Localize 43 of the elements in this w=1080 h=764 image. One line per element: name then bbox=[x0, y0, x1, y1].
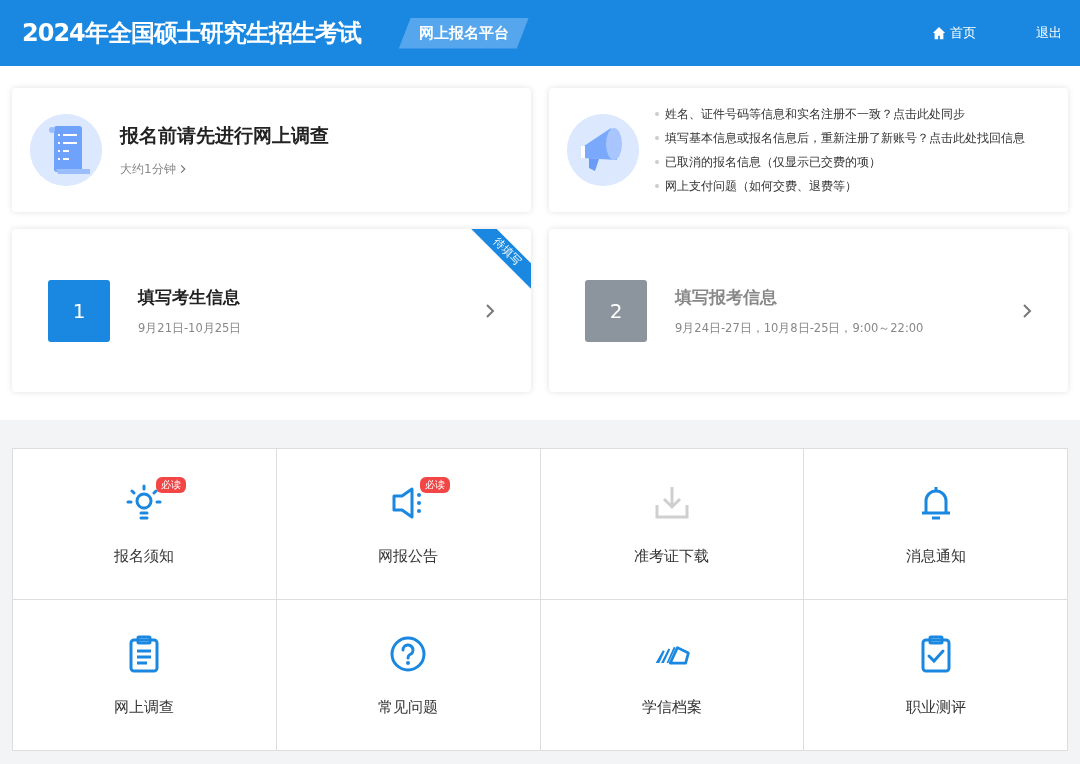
tile-label: 报名须知 bbox=[114, 546, 175, 566]
tile-label: 学信档案 bbox=[641, 697, 702, 717]
nav-link[interactable]: 退出 bbox=[1036, 24, 1062, 42]
step-dates: 9月21日-10月25日 bbox=[138, 320, 242, 336]
help-link[interactable]: 填写基本信息或报名信息后，重新注册了新账号？点击此处找回信息 bbox=[665, 129, 1025, 147]
nav-link[interactable]: 首页 bbox=[932, 24, 976, 42]
home-icon bbox=[932, 26, 946, 40]
duration-link[interactable]: 大约1分钟 bbox=[120, 160, 176, 178]
chevron-right-icon bbox=[1022, 302, 1032, 319]
platform-tag: 网上报名平台 bbox=[398, 17, 529, 49]
bullet-dot bbox=[655, 112, 659, 116]
chevron-right-icon bbox=[179, 164, 186, 174]
menu-tile[interactable]: 消息通知 bbox=[804, 449, 1068, 600]
menu-tile[interactable]: 必读 网报公告 bbox=[276, 449, 541, 600]
tile-label: 网报公告 bbox=[378, 546, 439, 566]
tile-label: 准考证下载 bbox=[634, 546, 710, 566]
step-number: 1 bbox=[48, 279, 110, 342]
tile-label: 职业测评 bbox=[905, 697, 966, 717]
help-link[interactable]: 姓名、证件号码等信息和实名注册不一致？点击此处同步 bbox=[665, 105, 965, 123]
chevron-right-icon bbox=[485, 302, 495, 319]
step-dates: 9月24日-27日，10月8日-25日，9:00～22:00 bbox=[675, 320, 924, 336]
tile-label: 网上调查 bbox=[114, 697, 175, 717]
step-title: 填写考生信息 bbox=[138, 285, 241, 309]
menu-tile[interactable]: 职业测评 bbox=[804, 600, 1068, 751]
tile-label: 消息通知 bbox=[905, 546, 966, 566]
required-badge: 必读 bbox=[156, 476, 187, 493]
required-badge: 必读 bbox=[420, 476, 451, 493]
step-number: 2 bbox=[585, 279, 647, 342]
menu-tile[interactable]: 必读 报名须知 bbox=[13, 449, 277, 600]
bullet-dot bbox=[655, 160, 659, 164]
help-link[interactable]: 已取消的报名信息（仅显示已交费的项） bbox=[665, 153, 881, 171]
tile-label: 常见问题 bbox=[378, 697, 439, 717]
bullet-dot bbox=[655, 136, 659, 140]
survey-card[interactable]: 报名前请先进行网上调查 大约1分钟 bbox=[12, 88, 531, 212]
menu-tile[interactable]: 常见问题 bbox=[276, 600, 541, 751]
menu-tile[interactable]: 学信档案 bbox=[540, 600, 805, 751]
step-card[interactable]: 1 填写考生信息 9月21日-10月25日 待填写 bbox=[12, 229, 531, 392]
site-title: 2024年全国硕士研究生招生考试 bbox=[22, 18, 361, 49]
bullet-dot bbox=[655, 184, 659, 188]
step-title: 填写报考信息 bbox=[675, 285, 778, 309]
survey-title: 报名前请先进行网上调查 bbox=[120, 122, 329, 148]
menu-tile[interactable]: 网上调查 bbox=[13, 600, 277, 751]
help-link[interactable]: 网上支付问题（如何交费、退费等） bbox=[665, 177, 857, 195]
